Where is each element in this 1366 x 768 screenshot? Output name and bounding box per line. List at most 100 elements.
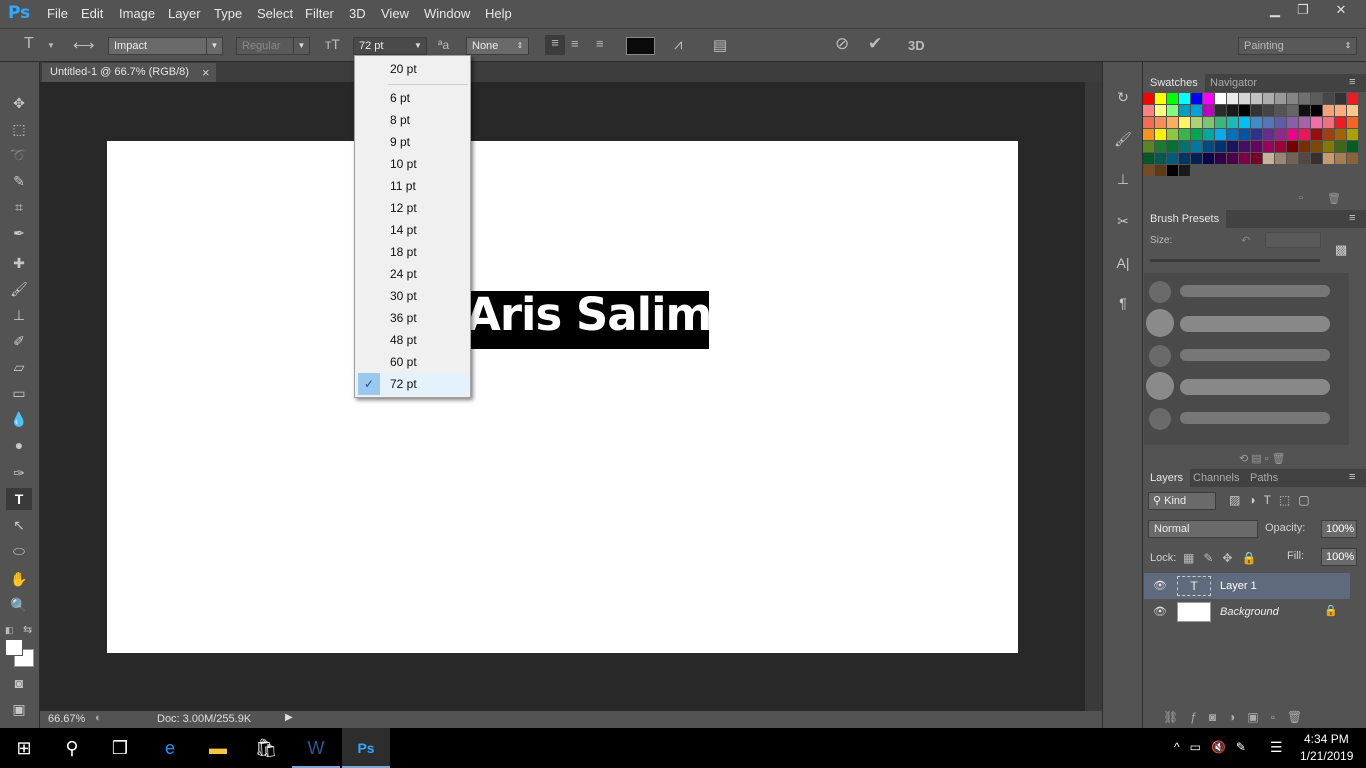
lock-icons[interactable]: ▦✎✥🔒 <box>1183 551 1265 565</box>
blur-tool-icon[interactable]: 💧 <box>6 408 32 430</box>
workspace-select[interactable]: Painting ⇕ <box>1238 37 1357 55</box>
restore-button[interactable]: ❐ <box>1288 0 1318 22</box>
ellipse-tool-icon[interactable]: ⬭ <box>6 540 32 562</box>
menu-file[interactable]: File <box>47 6 68 21</box>
color-swatch[interactable] <box>1299 153 1310 164</box>
color-swatch[interactable] <box>1155 105 1166 116</box>
brush-panel-footer-icons[interactable]: ⟲ ▤ ▫ 🗑 <box>1239 452 1286 465</box>
color-swatch[interactable] <box>1251 129 1262 140</box>
color-swatch[interactable] <box>1299 105 1310 116</box>
color-swatch[interactable] <box>1191 105 1202 116</box>
character-panel-icon[interactable]: ▤ <box>713 36 727 54</box>
brush-size-input[interactable] <box>1265 232 1321 248</box>
warp-text-icon[interactable]: ⩘ <box>674 36 682 53</box>
tab-layers[interactable]: Layers <box>1143 469 1191 487</box>
preset-chevron-icon[interactable]: ▼ <box>47 41 55 50</box>
font-size-option[interactable]: 18 pt <box>356 241 469 263</box>
panel-menu-icon[interactable]: ≡ <box>1349 471 1355 483</box>
color-swatch[interactable] <box>1275 129 1286 140</box>
color-swatch[interactable] <box>1311 153 1322 164</box>
color-swatch[interactable] <box>1251 117 1262 128</box>
move-tool-icon[interactable]: ✥ <box>6 92 32 114</box>
color-swatch[interactable] <box>1275 153 1286 164</box>
align-left-icon[interactable]: ≡ <box>545 35 565 55</box>
canvas-text-layer[interactable]: Aris Salim R <box>466 288 761 341</box>
color-swatch[interactable] <box>1239 93 1250 104</box>
font-family-select[interactable]: Impact ▼ <box>108 37 223 55</box>
color-swatch[interactable] <box>1323 93 1334 104</box>
font-size-option[interactable]: 8 pt <box>356 109 469 131</box>
color-swatch[interactable] <box>1299 141 1310 152</box>
color-swatch[interactable] <box>1323 141 1334 152</box>
delete-swatch-icon[interactable]: 🗑 <box>1327 192 1341 205</box>
color-swatch[interactable] <box>1335 93 1346 104</box>
color-swatch[interactable] <box>1167 153 1178 164</box>
font-size-option[interactable]: 30 pt <box>356 285 469 307</box>
menu-type[interactable]: Type <box>214 6 242 21</box>
color-swatch[interactable] <box>1215 141 1226 152</box>
color-swatch[interactable] <box>1215 153 1226 164</box>
color-swatch[interactable] <box>1215 105 1226 116</box>
font-size-option-selected[interactable]: ✓ 72 pt <box>356 373 469 395</box>
dodge-tool-icon[interactable]: ● <box>6 434 32 456</box>
font-size-option[interactable]: 11 pt <box>356 175 469 197</box>
quick-mask-icon[interactable]: ◙ <box>6 672 32 694</box>
layer-name[interactable]: Background <box>1220 606 1279 618</box>
clone-stamp-tool-icon[interactable]: ⊥ <box>6 304 32 326</box>
color-swatch[interactable] <box>1227 141 1238 152</box>
color-swatch[interactable] <box>1203 141 1214 152</box>
color-swatch[interactable] <box>1143 165 1154 176</box>
color-swatch[interactable] <box>1203 129 1214 140</box>
color-swatch[interactable] <box>1335 105 1346 116</box>
type-tool-icon[interactable]: T <box>6 488 32 510</box>
layer-filter-icons[interactable]: ▨◑T⬚▢ <box>1229 493 1318 507</box>
clock-date[interactable]: 1/21/2019 <box>1300 749 1353 763</box>
brush-preset-thumb[interactable] <box>1146 372 1174 400</box>
color-swatch[interactable] <box>1179 105 1190 116</box>
color-swatch[interactable] <box>1227 129 1238 140</box>
color-swatch[interactable] <box>1263 117 1274 128</box>
new-swatch-icon[interactable]: ▫ <box>1299 192 1303 204</box>
font-style-select[interactable]: Regular ▼ <box>236 37 310 55</box>
status-info-icon[interactable]: ◐ <box>95 712 102 724</box>
color-swatch[interactable] <box>1323 153 1334 164</box>
brush-panel-icon[interactable]: 🖌 <box>1110 128 1136 150</box>
photoshop-taskbar-icon[interactable]: Ps <box>342 728 390 768</box>
brush-preset-thumb[interactable] <box>1149 408 1171 430</box>
color-swatch[interactable] <box>1155 165 1166 176</box>
menu-filter[interactable]: Filter <box>305 6 334 21</box>
color-swatch[interactable] <box>1239 141 1250 152</box>
color-swatch[interactable] <box>1155 153 1166 164</box>
color-swatch[interactable] <box>1143 105 1154 116</box>
foreground-color-swatch[interactable] <box>5 639 23 656</box>
minimize-button[interactable]: ▁ <box>1260 0 1290 22</box>
color-swatch[interactable] <box>1167 129 1178 140</box>
search-icon[interactable]: ⚲ <box>48 728 96 768</box>
color-swatch[interactable] <box>1143 141 1154 152</box>
vertical-scrollbar[interactable] <box>1085 82 1102 711</box>
color-swatch[interactable] <box>1179 117 1190 128</box>
color-swatch[interactable] <box>1335 117 1346 128</box>
color-swatch[interactable] <box>1191 129 1202 140</box>
color-swatch[interactable] <box>1203 105 1214 116</box>
color-swatch[interactable] <box>1347 129 1358 140</box>
color-swatch[interactable] <box>1227 105 1238 116</box>
color-swatch[interactable] <box>1155 141 1166 152</box>
3d-icon[interactable]: 3D <box>908 38 925 53</box>
color-swatch[interactable] <box>1275 141 1286 152</box>
color-swatch[interactable] <box>1287 117 1298 128</box>
system-tray-icons[interactable]: ^▭🔇✎ <box>1174 740 1256 754</box>
color-swatch[interactable] <box>1287 105 1298 116</box>
color-swatch[interactable] <box>1191 141 1202 152</box>
layer-name[interactable]: Layer 1 <box>1220 580 1257 592</box>
layer-filter-kind-select[interactable]: ⚲ Kind <box>1148 492 1216 510</box>
color-swatch[interactable] <box>1263 153 1274 164</box>
color-swatch[interactable] <box>1287 141 1298 152</box>
color-swatch[interactable] <box>1263 105 1274 116</box>
color-swatch[interactable] <box>1155 129 1166 140</box>
menu-select[interactable]: Select <box>257 6 293 21</box>
commit-icon[interactable]: ✔ <box>868 34 882 54</box>
menu-image[interactable]: Image <box>119 6 155 21</box>
document-canvas[interactable] <box>107 141 1018 653</box>
notifications-icon[interactable]: ☰ <box>1270 739 1283 756</box>
